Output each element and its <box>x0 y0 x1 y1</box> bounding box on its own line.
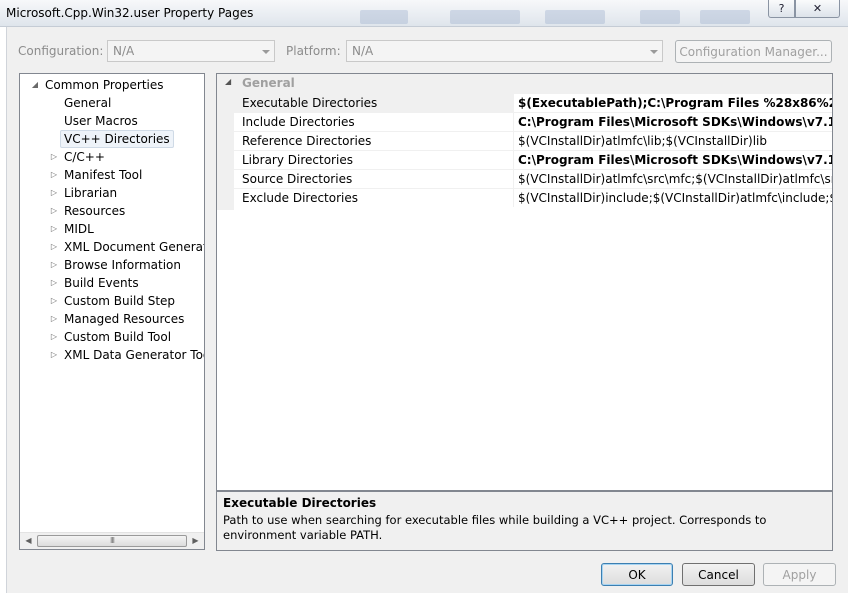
grid-category-general[interactable]: ◢ General <box>217 74 832 93</box>
platform-label: Platform: <box>286 44 341 58</box>
property-grid[interactable]: ◢ General Executable Directories $(Execut… <box>216 73 833 491</box>
close-button[interactable]: ✕ <box>795 0 840 18</box>
description-panel: Executable Directories Path to use when … <box>216 491 833 551</box>
property-value[interactable]: $(VCInstallDir)atlmfc\src\mfc;$(VCInstal… <box>515 170 832 188</box>
scroll-left-icon[interactable]: ◀ <box>20 533 37 549</box>
expand-triangle-icon[interactable]: ▷ <box>49 310 59 328</box>
property-value[interactable]: $(VCInstallDir)atlmfc\lib;$(VCInstallDir… <box>515 132 832 150</box>
property-name: Library Directories <box>234 151 514 169</box>
property-name: Source Directories <box>234 170 514 188</box>
dialog-client: Configuration: N/A Platform: N/A Configu… <box>6 27 848 593</box>
help-button[interactable]: ? <box>768 0 795 18</box>
tree-item-label: Custom Build Step <box>64 294 176 308</box>
window-title: Microsoft.Cpp.Win32.user Property Pages <box>6 6 254 20</box>
description-title: Executable Directories <box>223 496 377 510</box>
expand-triangle-icon[interactable]: ▷ <box>49 328 59 346</box>
expanded-triangle-icon[interactable]: ◢ <box>30 76 40 94</box>
property-name: Reference Directories <box>234 132 514 150</box>
chevron-down-icon <box>262 50 270 54</box>
grid-row[interactable]: Executable Directories $(ExecutablePath);… <box>234 93 832 112</box>
tree-item-label: Build Events <box>64 276 139 290</box>
grid-row[interactable]: Exclude Directories $(VCInstallDir)includ… <box>234 188 832 207</box>
background-blur-4 <box>640 10 680 24</box>
configuration-manager-button[interactable]: Configuration Manager... <box>675 40 832 63</box>
expand-triangle-icon[interactable]: ▷ <box>49 346 59 364</box>
configuration-value: N/A <box>113 44 135 58</box>
property-value[interactable]: C:\Program Files\Microsoft SDKs\Windows\… <box>515 151 832 169</box>
grid-row[interactable]: Reference Directories $(VCInstallDir)atlm… <box>234 131 832 150</box>
tree-root-label: Common Properties <box>45 78 164 92</box>
expand-triangle-icon[interactable]: ▷ <box>49 166 59 184</box>
property-value[interactable]: C:\Program Files\Microsoft SDKs\Windows\… <box>515 113 832 131</box>
expand-triangle-icon[interactable]: ▷ <box>49 238 59 256</box>
tree-item-label: MIDL <box>64 222 94 236</box>
expand-triangle-icon[interactable]: ▷ <box>49 220 59 238</box>
help-icon: ? <box>778 2 785 15</box>
ok-button[interactable]: OK <box>601 563 673 586</box>
tree-item-label: Browse Information <box>64 258 181 272</box>
tree-item-label: Custom Build Tool <box>64 330 172 344</box>
tree-item-label: Resources <box>64 204 126 218</box>
tree-item-label: C/C++ <box>64 150 105 164</box>
close-icon: ✕ <box>812 2 823 15</box>
background-blur-1 <box>360 10 408 24</box>
tree-item-label: Librarian <box>64 186 118 200</box>
grid-row[interactable]: Library Directories C:\Program Files\Micr… <box>234 150 832 169</box>
property-value[interactable]: $(ExecutablePath);C:\Program Files %28x8… <box>515 94 832 112</box>
description-text: Path to use when searching for executabl… <box>223 513 767 542</box>
configuration-label: Configuration: <box>18 44 104 58</box>
grid-row[interactable]: Source Directories $(VCInstallDir)atlmfc\… <box>234 169 832 188</box>
property-name: Exclude Directories <box>234 189 514 207</box>
title-bar: Microsoft.Cpp.Win32.user Property Pages … <box>0 0 848 27</box>
tree-item-label: XML Document Generator <box>64 240 205 254</box>
property-value[interactable]: $(VCInstallDir)include;$(VCInstallDir)at… <box>515 189 832 207</box>
tree-item-label: Managed Resources <box>64 312 185 326</box>
property-tree[interactable]: ◢ Common Properties General User Macros VC… <box>19 73 205 550</box>
thumb-grip: III <box>109 536 115 545</box>
configuration-combo[interactable]: N/A <box>107 40 275 62</box>
tree-item-label: XML Data Generator Tool <box>64 348 205 362</box>
tree-item-label: Manifest Tool <box>64 168 143 182</box>
tree-horizontal-scrollbar[interactable]: ◀ III ▶ <box>20 532 204 549</box>
tree-item-label: VC++ Directories <box>60 130 174 148</box>
scroll-thumb[interactable]: III <box>37 535 187 547</box>
expand-triangle-icon[interactable]: ▷ <box>49 274 59 292</box>
scroll-right-icon[interactable]: ▶ <box>187 533 204 549</box>
grid-row[interactable]: Include Directories C:\Program Files\Micr… <box>234 112 832 131</box>
background-blur-3 <box>545 10 605 24</box>
chevron-down-icon <box>650 50 658 54</box>
tree-item-label: User Macros <box>64 114 138 128</box>
background-blur-2 <box>450 10 520 24</box>
expand-triangle-icon[interactable]: ▷ <box>49 202 59 220</box>
cancel-button[interactable]: Cancel <box>682 563 755 586</box>
expand-triangle-icon[interactable]: ▷ <box>49 148 59 166</box>
grid-margin-strip <box>217 74 234 210</box>
expand-triangle-icon[interactable]: ▷ <box>49 256 59 274</box>
expand-triangle-icon[interactable]: ▷ <box>49 292 59 310</box>
platform-value: N/A <box>352 44 374 58</box>
apply-button[interactable]: Apply <box>763 563 836 586</box>
expand-triangle-icon[interactable]: ▷ <box>49 184 59 202</box>
background-blur-5 <box>700 10 750 24</box>
property-name: Executable Directories <box>234 94 514 112</box>
collapse-triangle-icon[interactable]: ◢ <box>225 77 231 86</box>
tree-item-label: General <box>64 96 112 110</box>
grid-category-label: General <box>242 76 295 90</box>
property-name: Include Directories <box>234 113 514 131</box>
platform-combo[interactable]: N/A <box>346 40 663 62</box>
